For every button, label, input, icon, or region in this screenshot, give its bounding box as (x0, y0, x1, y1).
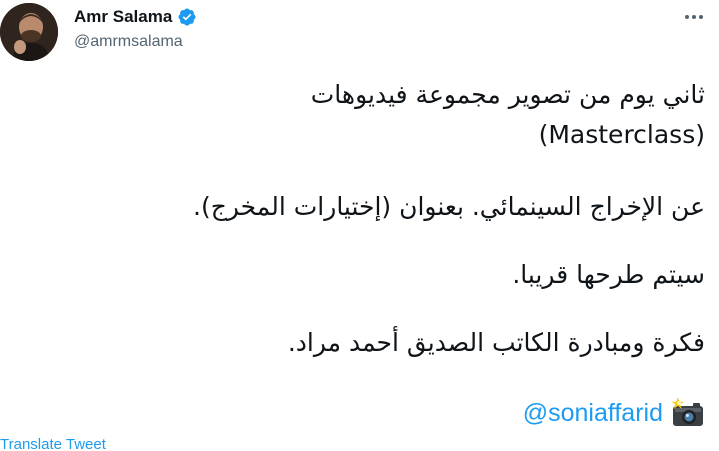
translate-tweet-link[interactable]: Translate Tweet (0, 436, 106, 451)
verified-badge-icon (177, 7, 197, 27)
camera-with-flash-icon (671, 397, 705, 428)
tweet-header: Amr Salama @amrmsalama (0, 0, 719, 70)
avatar-image (0, 3, 58, 61)
tweet-line: ثاني يوم من تصوير مجموعة فيديوهات (310, 80, 705, 109)
mention-line: @soniaffarid (523, 397, 705, 428)
tweet-line: (Masterclass) (538, 120, 705, 149)
author-handle[interactable]: @amrmsalama (74, 33, 197, 51)
more-options-icon[interactable] (683, 6, 705, 28)
tweet-line: عن الإخراج السينمائي. بعنوان (إختيارات ا… (193, 192, 705, 221)
tweet-line: فكرة ومبادرة الكاتب الصديق أحمد مراد. (287, 328, 705, 357)
avatar[interactable] (0, 3, 58, 61)
mention-link[interactable]: @soniaffarid (523, 399, 663, 428)
tweet-text: ثاني يوم من تصوير مجموعة فيديوهات (Maste… (65, 80, 705, 440)
author-display-name[interactable]: Amr Salama (74, 7, 172, 27)
author-names: Amr Salama @amrmsalama (74, 5, 197, 51)
name-row: Amr Salama (74, 5, 197, 29)
tweet-line: سيتم طرحها قريبا. (512, 260, 705, 289)
